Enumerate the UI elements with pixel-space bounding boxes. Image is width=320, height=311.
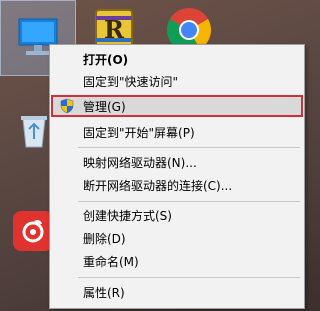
uac-shield-icon xyxy=(60,98,74,114)
menu-item-create-shortcut[interactable]: 创建快捷方式(S) xyxy=(51,204,303,226)
menu-item-disconnect-network-drive[interactable]: 断开网络驱动器的连接(C)... xyxy=(51,174,303,196)
netease-music-icon[interactable] xyxy=(13,211,53,251)
menu-item-pin-start-label: 固定到"开始"屏幕(P) xyxy=(83,125,195,140)
menu-item-pin-quick-access[interactable]: 固定到"快速访问" xyxy=(51,70,303,92)
menu-item-map-network-drive-label: 映射网络驱动器(N)... xyxy=(83,155,197,170)
menu-item-delete[interactable]: 删除(D) xyxy=(51,227,303,249)
desktop: R 打开(O) 固定到"快速访问" 管理(G) 固定到"开始"屏幕(P) 映射网… xyxy=(0,0,313,311)
menu-item-pin-quick-access-label: 固定到"快速访问" xyxy=(83,74,179,89)
recycle-bin-icon[interactable] xyxy=(18,113,50,149)
menu-separator xyxy=(78,147,300,148)
menu-separator xyxy=(78,201,300,202)
menu-item-properties-label: 属性(R) xyxy=(83,285,125,300)
menu-item-rename-label: 重命名(M) xyxy=(83,254,139,269)
menu-item-rename[interactable]: 重命名(M) xyxy=(51,250,303,272)
menu-item-pin-start[interactable]: 固定到"开始"屏幕(P) xyxy=(51,121,303,143)
menu-item-delete-label: 删除(D) xyxy=(83,231,126,246)
menu-item-map-network-drive[interactable]: 映射网络驱动器(N)... xyxy=(51,151,303,173)
context-menu: 打开(O) 固定到"快速访问" 管理(G) 固定到"开始"屏幕(P) 映射网络驱… xyxy=(49,44,305,309)
menu-item-manage-label: 管理(G) xyxy=(83,99,126,114)
menu-item-manage[interactable]: 管理(G) xyxy=(51,95,303,117)
menu-item-properties[interactable]: 属性(R) xyxy=(51,281,303,303)
menu-item-create-shortcut-label: 创建快捷方式(S) xyxy=(83,208,172,223)
menu-item-open[interactable]: 打开(O) xyxy=(51,48,303,70)
menu-separator xyxy=(78,277,300,278)
svg-text:R: R xyxy=(104,15,125,44)
menu-item-open-label: 打开(O) xyxy=(83,52,129,67)
menu-item-disconnect-network-drive-label: 断开网络驱动器的连接(C)... xyxy=(83,178,233,193)
